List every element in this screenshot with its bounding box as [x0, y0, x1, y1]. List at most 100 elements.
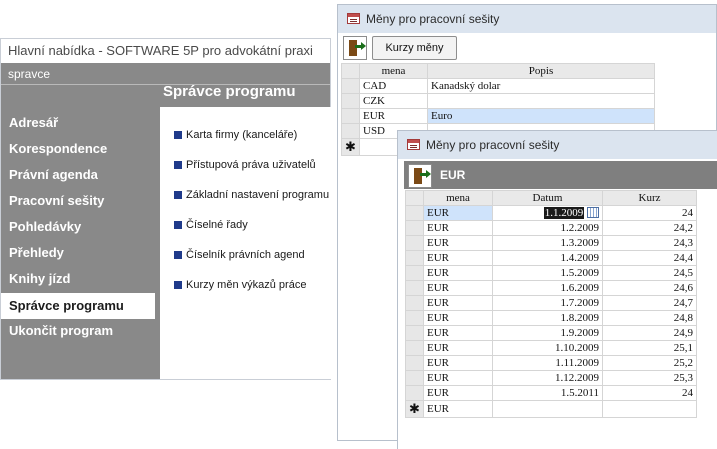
cell-kurz[interactable] — [602, 400, 697, 418]
table-row[interactable]: EUR 1.5.2011 24 — [405, 385, 697, 401]
row-selector[interactable] — [405, 250, 424, 266]
cell-kurz[interactable]: 24,9 — [602, 325, 697, 341]
nav-item-pohledavky[interactable]: Pohledávky — [1, 214, 155, 240]
cell-kurz[interactable]: 24,7 — [602, 295, 697, 311]
row-selector[interactable] — [405, 220, 424, 236]
row-selector[interactable] — [405, 265, 424, 281]
cell-mena[interactable]: EUR — [423, 340, 493, 356]
kurzy-meny-button[interactable]: Kurzy měny — [372, 36, 457, 60]
cell-kurz[interactable]: 24 — [602, 205, 697, 221]
panel-item-zakladni-nastaveni[interactable]: Základní nastavení programu — [174, 189, 329, 201]
calendar-icon[interactable] — [587, 207, 599, 218]
column-header-datum[interactable]: Datum — [492, 190, 603, 206]
column-header-kurz[interactable]: Kurz — [602, 190, 697, 206]
cell-mena[interactable]: EUR — [423, 220, 493, 236]
nav-item-prehledy[interactable]: Přehledy — [1, 240, 155, 266]
table-row[interactable]: EUR 1.11.2009 25,2 — [405, 355, 697, 371]
row-selector[interactable] — [405, 205, 424, 221]
cell-kurz[interactable]: 24,4 — [602, 250, 697, 266]
cell-mena[interactable]: EUR — [423, 370, 493, 386]
cell-kurz[interactable]: 24,2 — [602, 220, 697, 236]
nav-item-spravce-programu[interactable]: Správce programu — [1, 293, 155, 319]
nav-item-pracovni-sesity[interactable]: Pracovní sešity — [1, 188, 155, 214]
cell-mena[interactable]: EUR — [423, 250, 493, 266]
row-selector[interactable] — [405, 325, 424, 341]
row-selector[interactable] — [405, 385, 424, 401]
cell-kurz[interactable]: 24,3 — [602, 235, 697, 251]
cell-datum[interactable]: 1.10.2009 — [492, 340, 603, 356]
column-header-popis[interactable]: Popis — [427, 63, 655, 79]
nav-item-knihy-jizd[interactable]: Knihy jízd — [1, 266, 155, 292]
cell-mena[interactable]: EUR — [423, 400, 493, 418]
table-row[interactable]: EUR 1.7.2009 24,7 — [405, 295, 697, 311]
row-selector[interactable] — [405, 355, 424, 371]
cell-kurz[interactable]: 24 — [602, 385, 697, 401]
column-header-mena[interactable]: mena — [359, 63, 428, 79]
cell-datum[interactable]: 1.12.2009 — [492, 370, 603, 386]
new-record-row[interactable]: ✱ EUR — [405, 400, 697, 418]
cell-datum[interactable]: 1.5.2009 — [492, 265, 603, 281]
row-selector[interactable] — [405, 280, 424, 296]
table-row[interactable]: EUR 1.2.2009 24,2 — [405, 220, 697, 236]
cell-kurz[interactable]: 25,1 — [602, 340, 697, 356]
row-selector[interactable] — [405, 235, 424, 251]
row-selector[interactable] — [341, 108, 360, 124]
cell-popis[interactable]: Kanadský dolar — [427, 78, 655, 94]
table-row[interactable]: EUR 1.12.2009 25,3 — [405, 370, 697, 386]
row-selector[interactable] — [405, 310, 424, 326]
cell-datum[interactable]: 1.4.2009 — [492, 250, 603, 266]
cell-datum[interactable] — [492, 400, 603, 418]
cell-datum[interactable]: 1.7.2009 — [492, 295, 603, 311]
cell-datum[interactable]: 1.9.2009 — [492, 325, 603, 341]
select-all-cell[interactable] — [405, 190, 424, 206]
panel-item-ciselnik-agend[interactable]: Číselník právních agend — [174, 249, 305, 261]
nav-item-adresar[interactable]: Adresář — [1, 110, 155, 136]
cell-mena[interactable]: EUR — [423, 325, 493, 341]
cell-datum[interactable]: 1.8.2009 — [492, 310, 603, 326]
cell-kurz[interactable]: 24,8 — [602, 310, 697, 326]
row-selector[interactable] — [405, 370, 424, 386]
panel-item-karta-firmy[interactable]: Karta firmy (kanceláře) — [174, 129, 297, 141]
table-row[interactable]: EUR 1.8.2009 24,8 — [405, 310, 697, 326]
cell-datum[interactable]: 1.6.2009 — [492, 280, 603, 296]
cell-mena[interactable]: EUR — [423, 295, 493, 311]
table-row[interactable]: EUR 1.10.2009 25,1 — [405, 340, 697, 356]
cell-mena[interactable]: EUR — [423, 235, 493, 251]
cell-popis[interactable] — [427, 93, 655, 109]
cell-mena[interactable]: CAD — [359, 78, 428, 94]
table-row[interactable]: EUR 1.4.2009 24,4 — [405, 250, 697, 266]
cell-popis[interactable]: Euro — [427, 108, 655, 124]
row-selector[interactable] — [341, 93, 360, 109]
table-row[interactable]: EUR 1.9.2009 24,9 — [405, 325, 697, 341]
row-selector[interactable] — [405, 295, 424, 311]
table-row[interactable]: EUR Euro — [341, 108, 655, 124]
row-selector[interactable] — [341, 123, 360, 139]
cell-kurz[interactable]: 24,5 — [602, 265, 697, 281]
panel-item-ciselne-rady[interactable]: Číselné řady — [174, 219, 248, 231]
cell-mena[interactable]: EUR — [423, 385, 493, 401]
table-row[interactable]: EUR 1.1.2009 24 — [405, 205, 697, 221]
panel-item-pristupova-prava[interactable]: Přístupová práva uživatelů — [174, 159, 316, 171]
table-row[interactable]: EUR 1.5.2009 24,5 — [405, 265, 697, 281]
table-row[interactable]: EUR 1.3.2009 24,3 — [405, 235, 697, 251]
cell-mena[interactable]: EUR — [423, 280, 493, 296]
nav-item-korespondence[interactable]: Korespondence — [1, 136, 155, 162]
cell-mena[interactable]: EUR — [359, 108, 428, 124]
cell-kurz[interactable]: 25,2 — [602, 355, 697, 371]
select-all-cell[interactable] — [341, 63, 360, 79]
column-header-mena[interactable]: mena — [423, 190, 493, 206]
table-row[interactable]: CZK — [341, 93, 655, 109]
exit-button[interactable] — [408, 164, 432, 188]
cell-datum[interactable]: 1.2.2009 — [492, 220, 603, 236]
table-row[interactable]: EUR 1.6.2009 24,6 — [405, 280, 697, 296]
row-selector[interactable] — [341, 78, 360, 94]
cell-mena[interactable]: EUR — [423, 310, 493, 326]
table-row[interactable]: CAD Kanadský dolar — [341, 78, 655, 94]
cell-datum[interactable]: 1.3.2009 — [492, 235, 603, 251]
cell-mena[interactable]: EUR — [423, 205, 493, 221]
cell-kurz[interactable]: 25,3 — [602, 370, 697, 386]
cell-kurz[interactable]: 24,6 — [602, 280, 697, 296]
cell-datum[interactable]: 1.5.2011 — [492, 385, 603, 401]
cell-mena[interactable]: EUR — [423, 265, 493, 281]
nav-item-ukoncit-program[interactable]: Ukončit program — [1, 318, 155, 344]
